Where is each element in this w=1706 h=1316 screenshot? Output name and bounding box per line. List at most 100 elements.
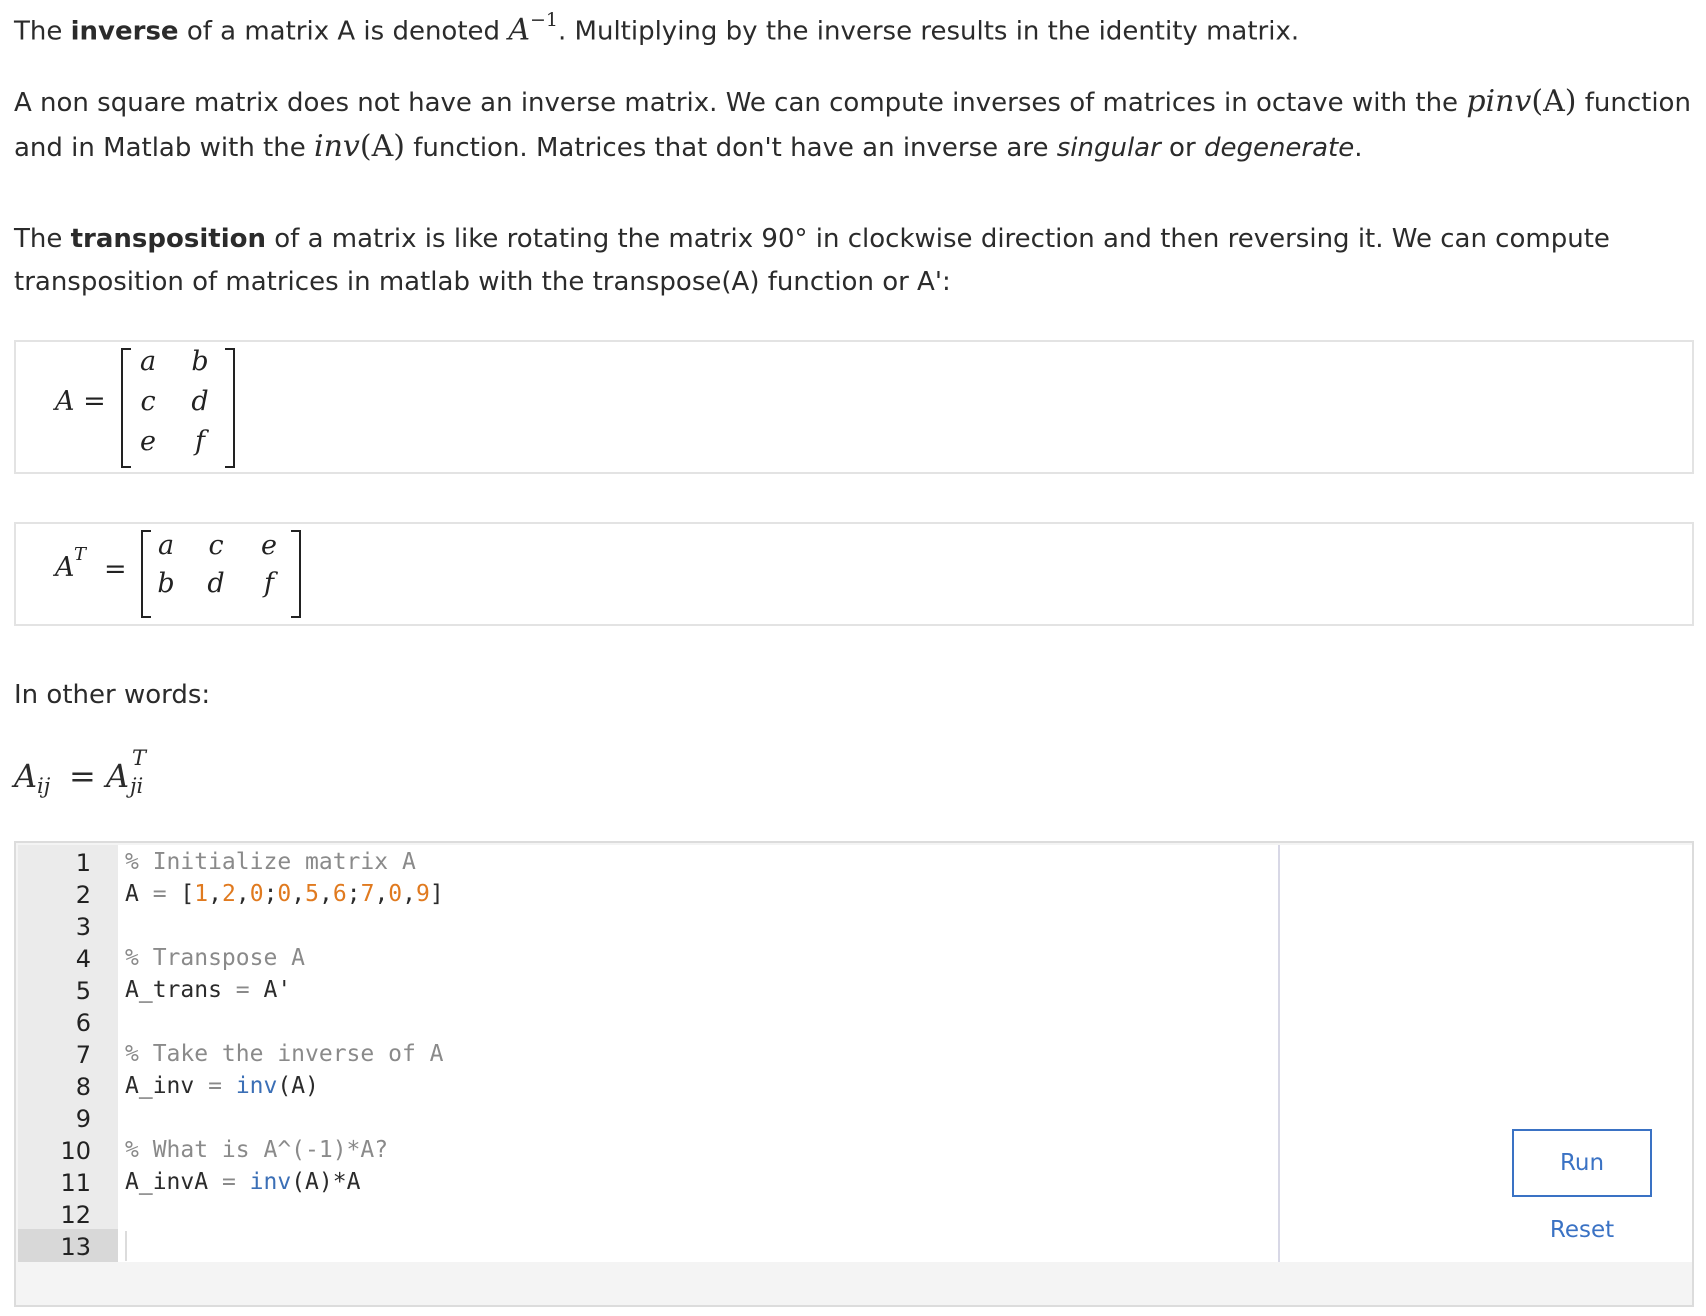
paragraph-transposition: The transposition of a matrix is like ro… [14,218,1664,304]
line-number-gutter: 1 2 3 4 5 6 7 8 9 10 11 12 13 [18,845,118,1262]
formula-transpose-index: A ij = A T ji [14,746,314,802]
reset-button[interactable]: Reset [1512,1217,1652,1243]
math-symbol-a: A [508,12,530,48]
code-number: 1 [194,881,209,907]
matrix-at-cell: e [261,530,277,561]
formula-rhs-sup: T [132,746,147,770]
italic-degenerate: degenerate [1203,133,1355,163]
math-pinv-arg: (A) [1531,84,1577,119]
code-operator: = [152,881,167,907]
code-token: , [291,881,306,907]
matrix-at-label: A [55,552,75,583]
code-line-8: A_inv = inv(A) [125,1073,319,1099]
code-token: , [374,881,389,907]
line-number: 2 [75,881,91,909]
text: The [14,224,71,254]
line-number: 8 [75,1073,91,1101]
code-operator: = [208,1073,222,1099]
code-function: inv [249,1169,292,1195]
code-number: 9 [416,881,430,907]
text: . [1354,133,1363,163]
line-number: 9 [75,1105,91,1133]
text: function. Matrices that don't have an in… [404,133,1057,163]
code-comment: % What is A^(-1)*A? [125,1137,389,1163]
italic-singular: singular [1056,133,1161,163]
code-token: , [319,881,333,907]
matrix-a-cell: b [191,346,209,377]
matrix-at-cell: d [207,568,225,599]
formula-rhs-sub: ji [130,774,144,798]
code-function: inv [235,1073,278,1099]
code-token: [ [166,881,195,907]
paragraph-other-words: In other words: [14,680,211,710]
code-token: A_trans [125,977,236,1003]
matrix-a-cell: a [139,346,157,377]
code-token: , [208,881,222,907]
code-token: ] [429,881,444,907]
code-number: 0 [277,881,292,907]
bold-term-inverse: inverse [70,16,179,47]
matrix-at-cell: b [157,568,175,599]
code-comment: % Take the inverse of A [125,1041,444,1067]
code-number: 6 [332,881,347,907]
math-inv: inv [314,129,360,164]
code-line-1: % Initialize matrix A [125,849,416,875]
code-editor[interactable]: 1 2 3 4 5 6 7 8 9 10 11 12 13 % Initiali… [18,845,1280,1262]
code-number: 0 [249,881,264,907]
formula-rhs: A [106,757,130,795]
matrix-at-equals: = [104,554,127,585]
matrix-at-cell: f [264,568,274,599]
line-number: 3 [75,913,91,941]
code-token: , [402,881,417,907]
line-number: 7 [75,1041,91,1069]
matrix-a-label: A = [55,386,106,417]
text: . Multiplying by the inverse results in … [558,16,1300,47]
code-token: A [125,881,153,907]
output-panel: Run Reset [1280,845,1692,1262]
paragraph-nonsquare: A non square matrix does not have an inv… [14,80,1694,170]
code-number: 7 [360,881,375,907]
code-token: , [235,881,250,907]
code-number: 5 [305,881,319,907]
matrix-at-right-bracket [291,530,301,618]
text: of a matrix A is denoted [178,16,509,47]
code-token: A' [249,977,292,1003]
formula-lhs-sub: ij [37,774,51,798]
line-number: 12 [60,1201,91,1229]
code-line-4: % Transpose A [125,945,305,971]
code-token: A_inv [125,1073,209,1099]
code-token: (A) [277,1073,319,1099]
code-line-5: A_trans = A' [125,977,291,1003]
matrix-at-cell: a [157,530,175,561]
matrix-a-box: A = a b c d e f [14,340,1694,474]
line-number: 1 [75,849,91,877]
text-cursor [125,1231,127,1261]
matrix-at-label-sup: T [74,544,87,565]
text: A non square matrix does not have an inv… [14,88,1467,118]
bold-term-transposition: transposition [70,224,266,254]
text: The [14,16,71,47]
code-number: 0 [388,881,403,907]
line-number: 4 [75,945,91,973]
code-line-7: % Take the inverse of A [125,1041,444,1067]
matrix-a-cell: d [191,386,209,417]
matrix-a-cell: c [140,386,156,417]
code-operator: = [235,977,250,1003]
matrix-at-cell: c [208,530,224,561]
code-token: (A)*A [291,1169,361,1195]
code-comment: % Transpose A [125,945,306,971]
code-comment: % Initialize matrix A [125,849,416,875]
code-line-2: A = [1,2,0;0,5,6;7,0,9] [125,881,444,907]
line-number: 13 [60,1233,91,1261]
line-number: 6 [75,1009,91,1037]
code-widget: 1 2 3 4 5 6 7 8 9 10 11 12 13 % Initiali… [14,841,1694,1307]
code-line-10: % What is A^(-1)*A? [125,1137,388,1163]
code-token: ; [263,881,278,907]
matrix-a-cell: f [195,426,205,457]
code-token: A_invA [125,1169,222,1195]
run-button[interactable]: Run [1512,1129,1652,1197]
line-number: 11 [60,1169,91,1197]
matrix-a-left-bracket [121,348,131,468]
